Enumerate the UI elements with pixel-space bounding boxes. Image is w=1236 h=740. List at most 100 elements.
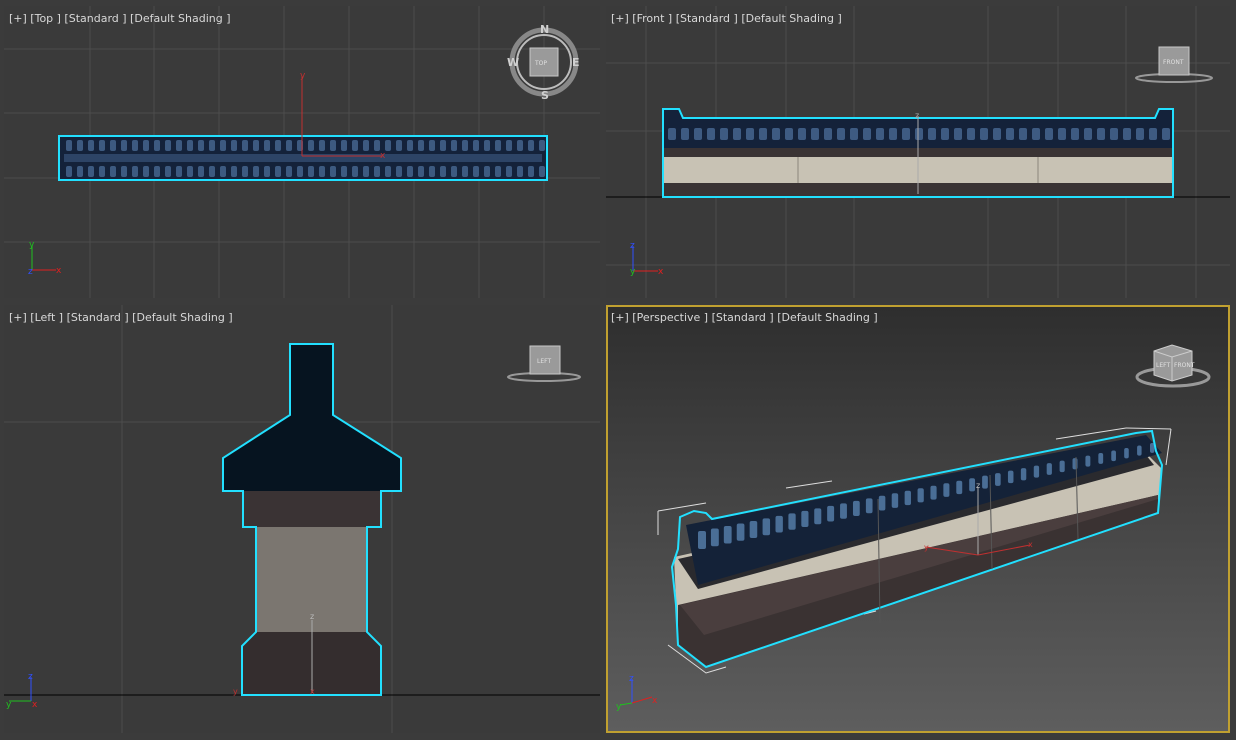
roof-tile bbox=[374, 166, 380, 177]
roof-tile bbox=[1072, 458, 1078, 470]
roof-tile bbox=[286, 166, 292, 177]
roof-tile bbox=[176, 166, 182, 177]
roof-tile bbox=[1098, 453, 1104, 464]
roof-tile bbox=[1084, 128, 1092, 140]
roof-tile bbox=[928, 128, 936, 140]
viewport-left[interactable]: [+] [Left ] [Standard ] [Default Shading… bbox=[4, 305, 600, 733]
roof-tile bbox=[418, 140, 424, 151]
roof-tile bbox=[352, 140, 358, 151]
roof-tile bbox=[429, 140, 435, 151]
roof-tile bbox=[253, 166, 259, 177]
front-viewcube[interactable]: FRONT bbox=[1132, 44, 1216, 88]
roof-tile bbox=[902, 128, 910, 140]
roof-tile bbox=[837, 128, 845, 140]
tripod-y-label: y bbox=[29, 240, 35, 250]
roof-tile bbox=[723, 525, 732, 544]
roof-tile bbox=[1006, 128, 1014, 140]
tripod-x-label: x bbox=[56, 266, 62, 276]
roof-tile bbox=[418, 166, 424, 177]
viewcube-left-text: LEFT bbox=[1156, 362, 1170, 369]
roof-tile bbox=[967, 128, 975, 140]
roof-tile bbox=[407, 166, 413, 177]
roof-tile bbox=[1045, 128, 1053, 140]
tripod-x-label: x bbox=[32, 700, 38, 710]
viewcube-top-text: TOP bbox=[534, 60, 547, 67]
roof-tile bbox=[66, 166, 72, 177]
roof-tile bbox=[132, 140, 138, 151]
roof-tile bbox=[969, 478, 976, 492]
roof-tile bbox=[1124, 448, 1129, 459]
tripod-z-label: z bbox=[28, 267, 33, 277]
roof-tile bbox=[275, 140, 281, 151]
roof-tile bbox=[264, 140, 270, 151]
ridge-bar bbox=[64, 154, 542, 162]
left-viewcube[interactable]: LEFT bbox=[506, 341, 586, 385]
wall-perspective-object[interactable] bbox=[670, 429, 1164, 669]
roof-tile bbox=[941, 128, 949, 140]
roof-tile bbox=[824, 128, 832, 140]
roof-tile bbox=[762, 518, 771, 536]
roof-tile bbox=[99, 166, 105, 177]
roof-tile bbox=[121, 140, 127, 151]
roof-tile bbox=[440, 166, 446, 177]
roof-tile bbox=[982, 475, 988, 489]
roof-tile bbox=[308, 140, 314, 151]
roof-tile bbox=[528, 140, 534, 151]
viewport-perspective[interactable]: [+] [Perspective ] [Standard ] [Default … bbox=[606, 305, 1230, 733]
roof-tile bbox=[88, 140, 94, 151]
roof-tile bbox=[1019, 128, 1027, 140]
roof-tile bbox=[1097, 128, 1105, 140]
roof-tile bbox=[286, 140, 292, 151]
roof-tile bbox=[121, 166, 127, 177]
wall-top-object[interactable] bbox=[58, 135, 548, 181]
viewport-left-label[interactable]: [+] [Left ] [Standard ] [Default Shading… bbox=[9, 311, 233, 324]
viewport-front[interactable]: [+] [Front ] [Standard ] [Default Shadin… bbox=[606, 6, 1230, 298]
compass-east[interactable]: E bbox=[572, 56, 580, 69]
roof-tile bbox=[1059, 460, 1065, 473]
tripod-z-label: z bbox=[629, 674, 634, 684]
roof-tile bbox=[801, 510, 809, 528]
roof-tile bbox=[1033, 465, 1040, 478]
viewport-front-label[interactable]: [+] [Front ] [Standard ] [Default Shadin… bbox=[611, 12, 842, 25]
roof-tile bbox=[1032, 128, 1040, 140]
viewport-top[interactable]: [+] [Top ] [Standard ] [Default Shading … bbox=[4, 6, 600, 298]
compass-south[interactable]: S bbox=[541, 89, 549, 100]
compass-north[interactable]: N bbox=[540, 24, 549, 36]
tripod-x-label: x bbox=[652, 696, 658, 706]
viewport-top-label[interactable]: [+] [Top ] [Standard ] [Default Shading … bbox=[9, 12, 231, 25]
axis-tripod: z x y bbox=[616, 674, 658, 712]
roof-tile bbox=[363, 140, 369, 151]
roof-tile bbox=[775, 515, 783, 533]
roof-tile bbox=[1020, 468, 1027, 481]
axis-tripod: y x z bbox=[28, 240, 62, 277]
roof-tile bbox=[484, 166, 490, 177]
roof-tile bbox=[954, 128, 962, 140]
viewport-perspective-label[interactable]: [+] [Perspective ] [Standard ] [Default … bbox=[611, 311, 878, 324]
roof-tile bbox=[143, 140, 149, 151]
roof-tile bbox=[904, 490, 911, 506]
roof-tile bbox=[319, 140, 325, 151]
compass-west[interactable]: W bbox=[507, 56, 519, 69]
roof-tile bbox=[915, 128, 923, 140]
roof-tile bbox=[798, 128, 806, 140]
roof-tile bbox=[1071, 128, 1079, 140]
roof-tile bbox=[385, 140, 391, 151]
roof-tile bbox=[165, 166, 171, 177]
roof-tile bbox=[506, 166, 512, 177]
roof-tile bbox=[1123, 128, 1131, 140]
axis-tripod: z y x bbox=[6, 672, 38, 710]
roof-tile bbox=[878, 495, 886, 511]
tripod-x-label: x bbox=[658, 267, 664, 277]
roof-tile bbox=[1058, 128, 1066, 140]
roof-tile bbox=[733, 128, 741, 140]
roof-tile bbox=[1162, 128, 1170, 140]
perspective-viewcube[interactable]: LEFT FRONT bbox=[1134, 339, 1214, 393]
roof-tile bbox=[385, 166, 391, 177]
roof-tile bbox=[176, 140, 182, 151]
tripod-y-label: y bbox=[630, 267, 636, 277]
roof-tile bbox=[517, 140, 523, 151]
roof-tile bbox=[827, 505, 835, 522]
roof-tile bbox=[154, 166, 160, 177]
viewcube-front-text: FRONT bbox=[1174, 362, 1195, 369]
compass-viewcube[interactable]: TOP N S E W bbox=[506, 24, 582, 100]
